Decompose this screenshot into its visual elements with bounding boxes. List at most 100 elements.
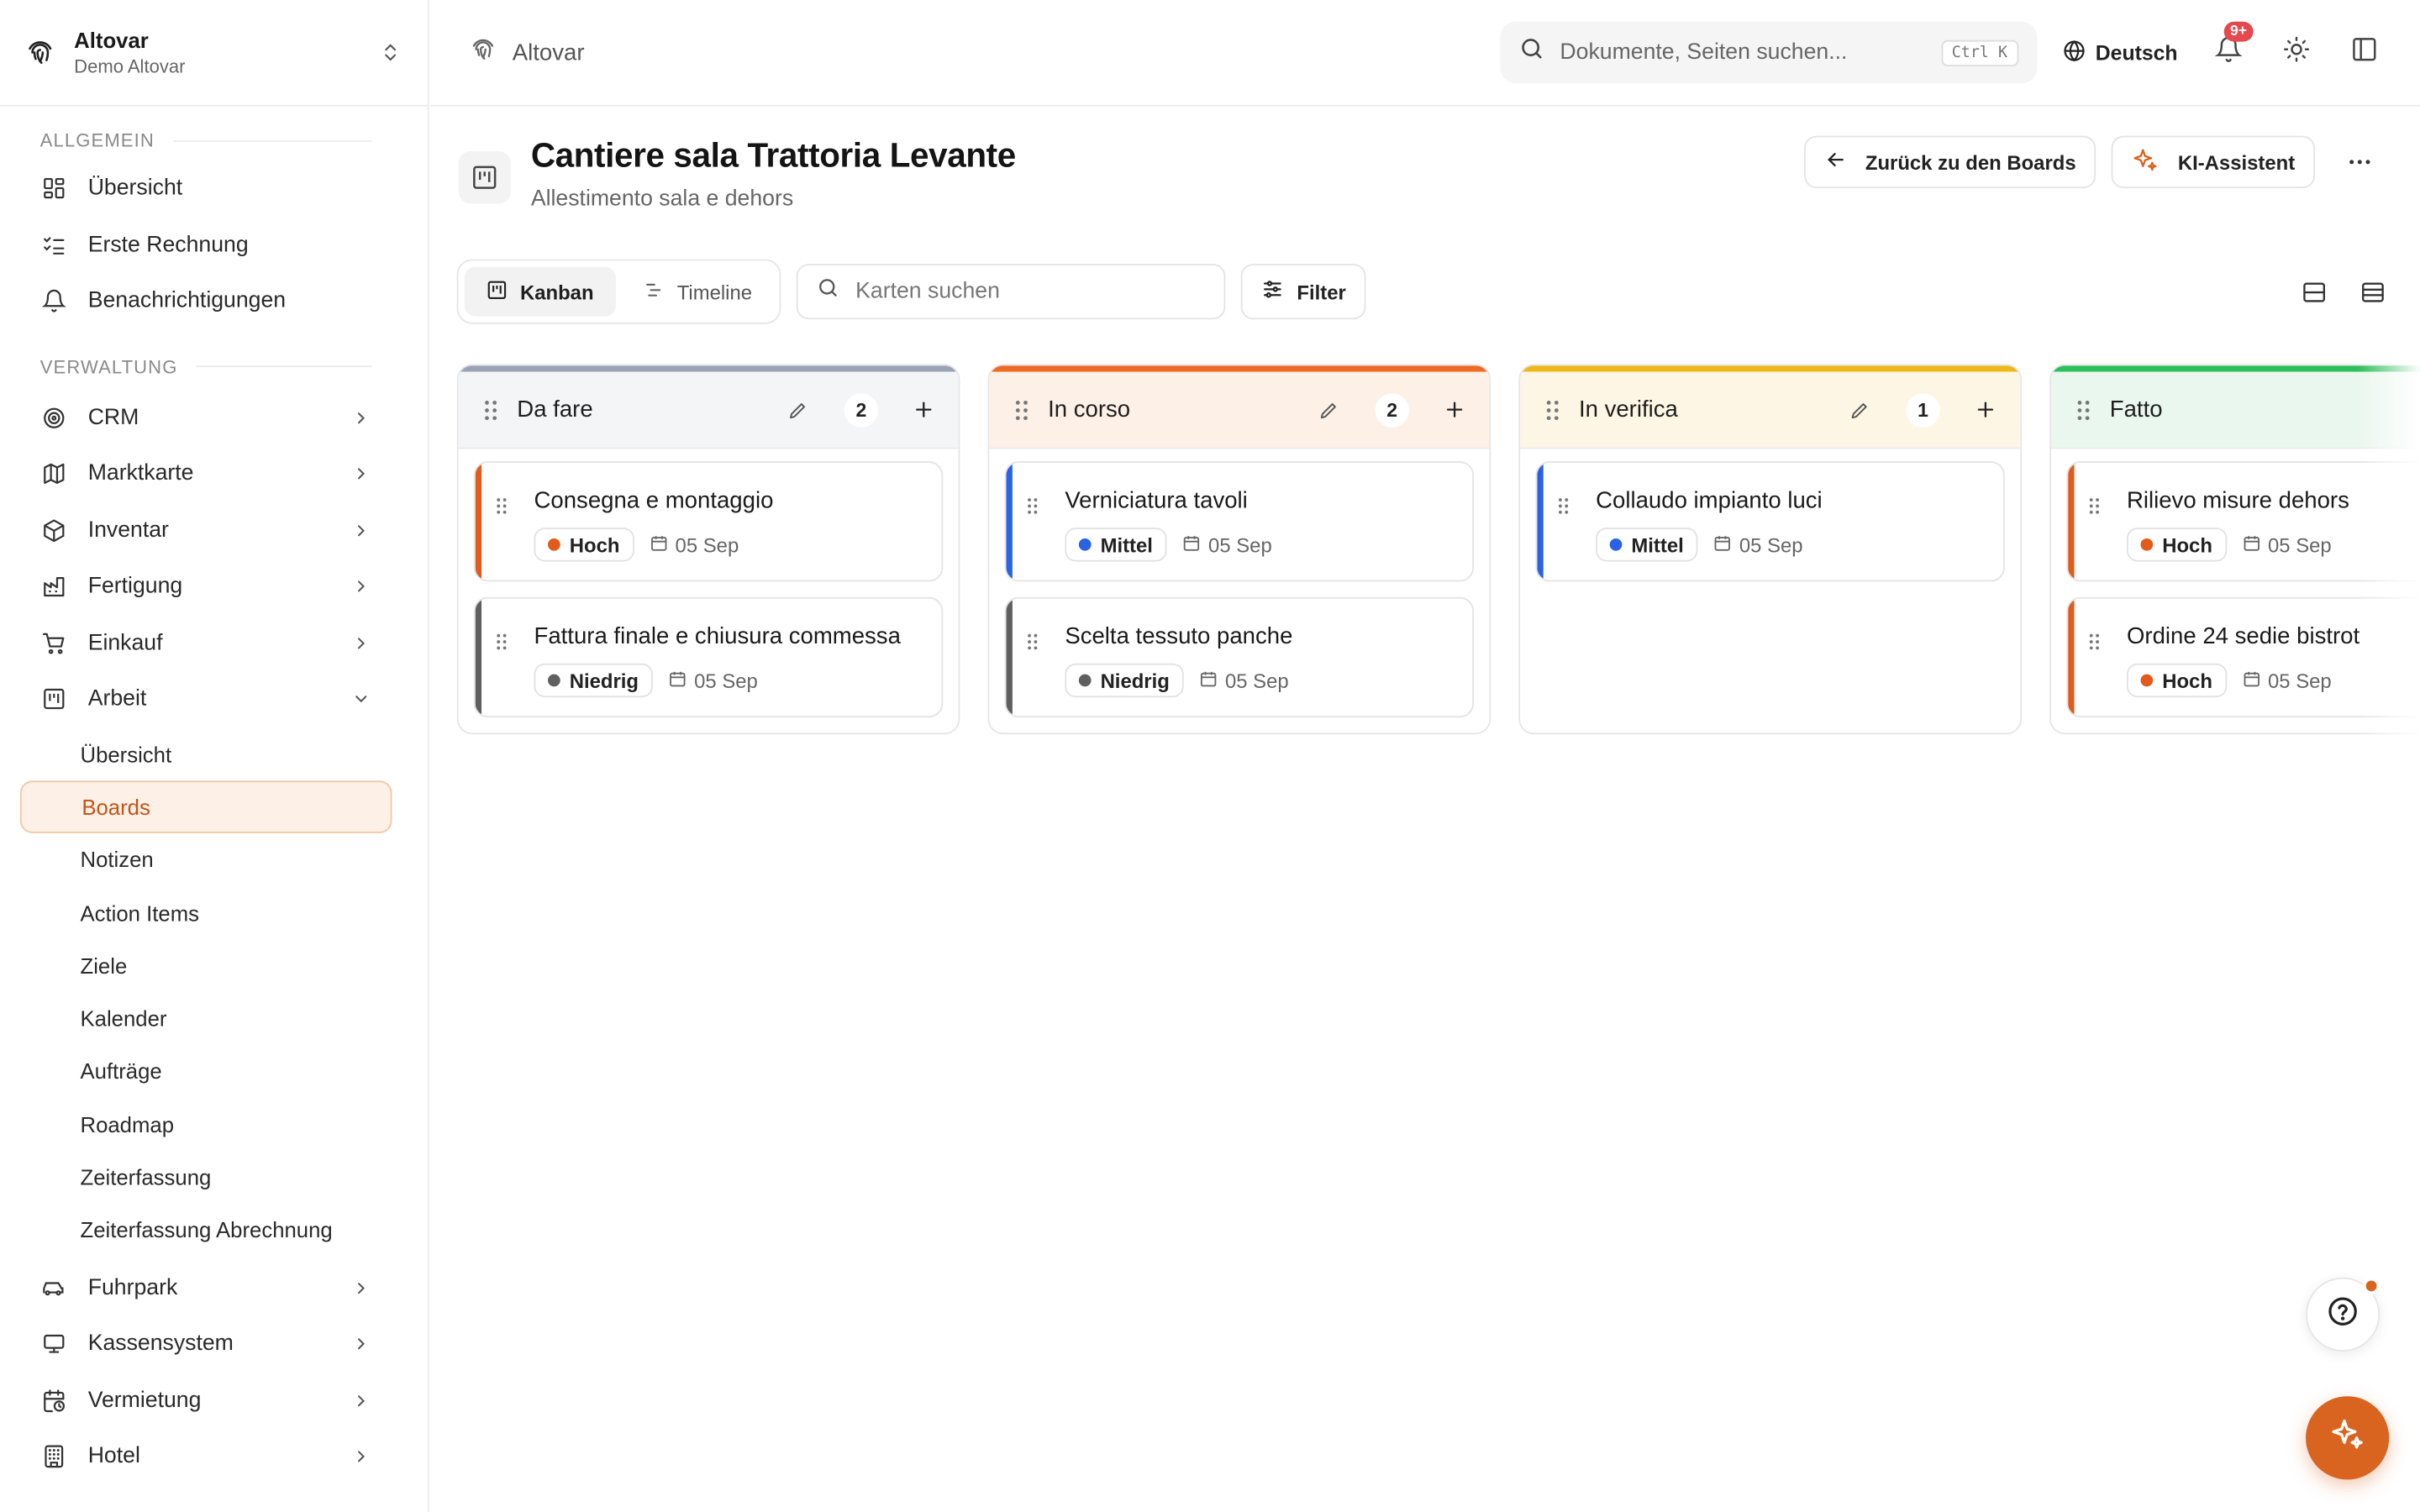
factory-icon (40, 574, 66, 600)
drag-handle-icon[interactable] (2075, 599, 2115, 717)
global-search[interactable]: Ctrl K (1499, 21, 2037, 84)
priority-badge: Hoch (2126, 528, 2227, 562)
due-date: 05 Sep (2242, 669, 2332, 692)
notifications-button[interactable]: 9+ (2212, 21, 2254, 69)
sparkles-icon (2329, 1415, 2366, 1460)
pencil-icon[interactable] (1848, 397, 1872, 422)
calendar-icon (1713, 533, 1732, 557)
layout-compact-icon[interactable] (2298, 276, 2329, 307)
view-timeline-label: Timeline (676, 280, 753, 303)
sidebar-item-vermietung[interactable]: Vermietung (0, 1373, 428, 1429)
global-search-input[interactable] (1560, 39, 1926, 66)
plus-icon[interactable] (909, 396, 937, 423)
filter-button[interactable]: Filter (1241, 264, 1366, 320)
theme-toggle[interactable] (2280, 35, 2313, 69)
layout-rows-icon[interactable] (2357, 276, 2388, 307)
sidebar-item-kassensystem[interactable]: Kassensystem (0, 1316, 428, 1373)
ai-assistant-fab[interactable] (2306, 1396, 2390, 1480)
language-switcher[interactable]: Deutsch (2061, 38, 2178, 67)
sidebar-subitem-notizen[interactable]: Notizen (0, 833, 428, 886)
task-card[interactable]: Rilievo misure dehors Hoch 05 Sep (2066, 461, 2420, 582)
more-options-icon[interactable] (2337, 139, 2383, 185)
drag-handle-icon[interactable] (480, 399, 502, 421)
task-card[interactable]: Collaudo impianto luci Mittel 05 Sep (1535, 461, 2005, 582)
task-card[interactable]: Ordine 24 sedie bistrot Hoch 05 Sep (2066, 596, 2420, 718)
sidebar-item-fuhrpark[interactable]: Fuhrpark (0, 1260, 428, 1316)
sidebar-item-inventar[interactable]: Inventar (0, 502, 428, 559)
ai-assistant-button[interactable]: KI-Assistent (2111, 135, 2316, 189)
sidebar-item-hotel[interactable]: Hotel (0, 1429, 428, 1485)
kanban-icon (458, 150, 511, 204)
card-search[interactable] (797, 264, 1226, 320)
sidebar-subitem-auftraege[interactable]: Aufträge (0, 1045, 428, 1098)
card-title: Consegna e montaggio (534, 487, 774, 514)
section-general-label: ALLGEMEIN (0, 123, 428, 157)
pencil-icon[interactable] (786, 397, 810, 422)
task-card[interactable]: Verniciatura tavoli Mittel 05 Sep (1004, 461, 1475, 582)
drag-handle-icon[interactable] (1544, 463, 1584, 580)
drag-handle-icon[interactable] (1013, 599, 1053, 717)
sidebar-subitem-roadmap[interactable]: Roadmap (0, 1098, 428, 1151)
calendar-icon (2242, 669, 2260, 692)
sidebar-subitem-overview[interactable]: Übersicht (0, 727, 428, 780)
sidebar-subitem-action-items[interactable]: Action Items (0, 886, 428, 939)
column-in-corso: In corso 2 Verniciatura tavoli Mittel 05… (987, 364, 1491, 735)
sidebar-item-overview[interactable]: Übersicht (0, 160, 428, 217)
sidebar-subitem-kalender[interactable]: Kalender (0, 992, 428, 1045)
view-kanban-tab[interactable]: Kanban (464, 266, 616, 317)
sidebar-subitem-zeiterfassung[interactable]: Zeiterfassung (0, 1151, 428, 1204)
fingerprint-icon (24, 37, 55, 68)
sidebar-toggle[interactable] (2348, 35, 2381, 69)
drag-handle-icon[interactable] (1011, 399, 1033, 421)
column-header: Fatto (2050, 371, 2420, 449)
board-toolbar: Kanban Timeline Filter (456, 259, 2383, 324)
task-card[interactable]: Scelta tessuto panche Niedrig 05 Sep (1004, 596, 1475, 718)
view-timeline-tab[interactable]: Timeline (622, 267, 774, 317)
plus-icon[interactable] (1440, 396, 1468, 423)
task-card[interactable]: Fattura finale e chiusura commessa Niedr… (473, 596, 944, 718)
org-switcher[interactable]: Altovar Demo Altovar (0, 0, 428, 107)
drag-handle-icon[interactable] (1013, 463, 1053, 580)
chevron-right-icon (350, 1333, 372, 1355)
sidebar-item-label: Vermietung (87, 1388, 202, 1413)
card-search-input[interactable] (855, 279, 1207, 304)
sidebar-item-label: Marktkarte (87, 461, 194, 487)
card-title: Ordine 24 sedie bistrot (2126, 623, 2360, 650)
drag-handle-icon[interactable] (481, 599, 522, 717)
due-date: 05 Sep (1182, 533, 1272, 556)
map-icon (40, 461, 66, 487)
sidebar-item-notifications[interactable]: Benachrichtigungen (0, 273, 428, 329)
drag-handle-icon[interactable] (1542, 399, 1564, 421)
sidebar-item-marktkarte[interactable]: Marktkarte (0, 446, 428, 502)
kanban-icon (487, 279, 508, 305)
sidebar-subitem-boards[interactable]: Boards (19, 780, 392, 833)
drag-handle-icon[interactable] (481, 463, 522, 580)
card-title: Verniciatura tavoli (1065, 487, 1248, 514)
due-date: 05 Sep (2242, 533, 2332, 556)
sidebar-item-crm[interactable]: CRM (0, 390, 428, 446)
chevron-updown-icon[interactable] (378, 40, 402, 65)
sidebar-item-first-invoice[interactable]: Erste Rechnung (0, 217, 428, 273)
sidebar-subitem-zeiterfassung-abrechnung[interactable]: Zeiterfassung Abrechnung (0, 1204, 428, 1257)
sidebar-subitem-ziele[interactable]: Ziele (0, 939, 428, 992)
sidebar-item-label: Hotel (87, 1444, 140, 1469)
pencil-icon[interactable] (1317, 397, 1341, 422)
column-title: In verifica (1578, 396, 1678, 423)
column-count: 2 (844, 392, 879, 427)
sidebar-item-arbeit[interactable]: Arbeit (0, 671, 428, 727)
breadcrumb[interactable]: Altovar (469, 35, 585, 69)
page-subtitle: Allestimento sala e dehors (530, 186, 794, 212)
fingerprint-icon (469, 35, 497, 69)
column-title: In corso (1048, 396, 1131, 423)
drag-handle-icon[interactable] (2075, 463, 2115, 580)
grid-icon (40, 176, 66, 202)
back-to-boards-button[interactable]: Zurück zu den Boards (1803, 135, 2096, 189)
task-card[interactable]: Consegna e montaggio Hoch 05 Sep (473, 461, 944, 582)
sidebar-item-fertigung[interactable]: Fertigung (0, 559, 428, 615)
column-da-fare: Da fare 2 Consegna e montaggio Hoch 05 S… (456, 364, 960, 735)
help-button[interactable] (2306, 1277, 2381, 1352)
sidebar-item-einkauf[interactable]: Einkauf (0, 615, 428, 671)
plus-icon[interactable] (1970, 396, 1998, 423)
drag-handle-icon[interactable] (2073, 399, 2095, 421)
due-date-label: 05 Sep (675, 533, 739, 557)
